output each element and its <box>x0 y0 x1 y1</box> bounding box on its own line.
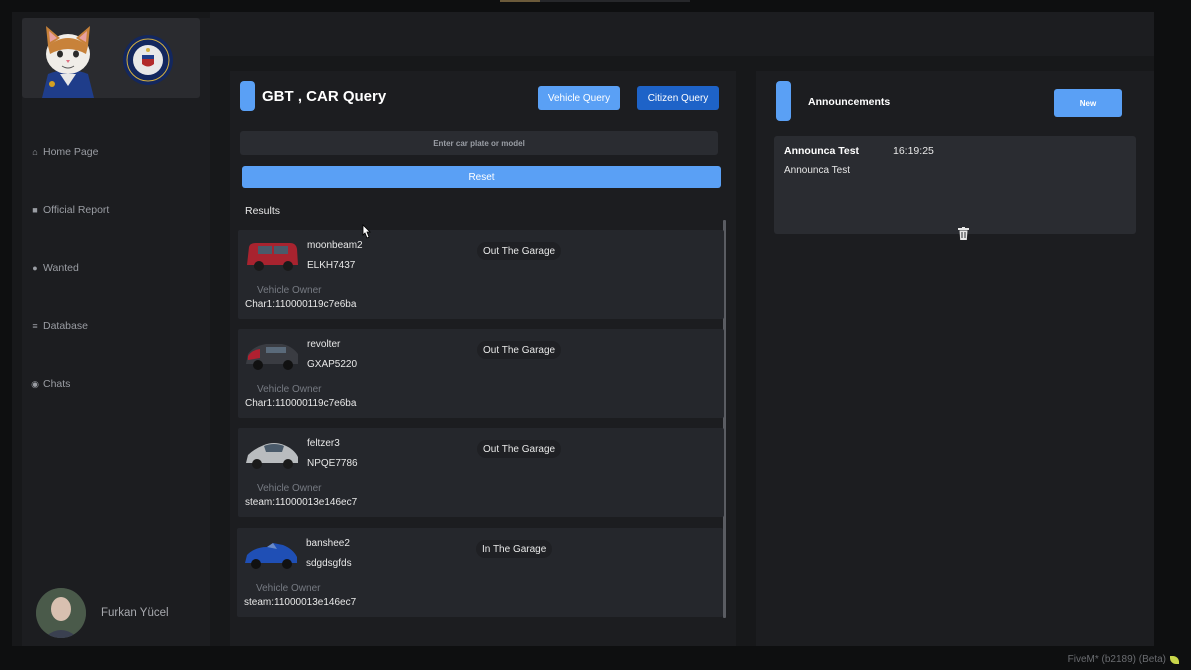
mdt-app: ⌂ Home Page ■ Official Report ● Wanted ≡… <box>12 12 1154 646</box>
logo-banner <box>22 18 200 98</box>
vehicle-owner-label: Vehicle Owner <box>257 384 322 395</box>
announcements-panel: Announcements New Announca Test 16:19:25… <box>756 71 1154 646</box>
vehicle-plate: GXAP5220 <box>307 359 358 370</box>
fivem-version-text: FiveM* (b2189) (Beta) <box>1067 654 1166 665</box>
window-top-accent <box>500 0 540 2</box>
sidebar-item-label: Home Page <box>43 146 99 158</box>
garage-status-badge: Out The Garage <box>477 341 562 359</box>
vehicle-owner-label: Vehicle Owner <box>257 285 322 296</box>
vehicle-result-card[interactable]: moonbeam2 ELKH7437 Out The Garage Vehicl… <box>238 230 724 319</box>
vehicle-owner-id: steam:11000013e146ec7 <box>245 497 358 508</box>
vehicle-model: banshee2 <box>306 538 350 549</box>
announcements-marker <box>776 81 791 121</box>
car-query-panel: GBT , CAR Query Vehicle Query Citizen Qu… <box>230 71 736 646</box>
vehicle-model: moonbeam2 <box>307 240 363 251</box>
sidebar-item-label: Wanted <box>43 262 79 274</box>
sidebar-item-database[interactable]: ≡ Database <box>30 320 88 332</box>
sidebar: ⌂ Home Page ■ Official Report ● Wanted ≡… <box>22 18 210 646</box>
citizen-query-button[interactable]: Citizen Query <box>637 86 719 110</box>
garage-status-badge: Out The Garage <box>477 242 562 260</box>
page-title: GBT , CAR Query <box>262 88 387 105</box>
vehicle-model: revolter <box>307 339 341 350</box>
home-icon: ⌂ <box>32 147 38 157</box>
profile-name: Furkan Yücel <box>101 607 169 619</box>
fivem-version-watermark: FiveM* (b2189) (Beta) <box>1068 654 1179 665</box>
vehicle-result-card[interactable]: feltzer3 NPQE7786 Out The Garage Vehicle… <box>238 428 724 517</box>
mouse-cursor-icon <box>362 224 371 239</box>
new-announcement-button[interactable]: New <box>1054 89 1122 117</box>
title-marker <box>240 81 255 111</box>
announcement-body: Announca Test <box>784 165 850 176</box>
vehicle-owner-id: steam:11000013e146ec7 <box>244 597 357 608</box>
vehicle-model: feltzer3 <box>307 438 340 449</box>
sidebar-item-label: Database <box>43 320 88 332</box>
sidebar-item-chats[interactable]: ◉ Chats <box>30 378 70 390</box>
garage-status-badge: Out The Garage <box>477 440 562 458</box>
sidebar-item-official-report[interactable]: ■ Official Report <box>30 204 109 216</box>
announcement-time: 16:19:25 <box>893 145 934 157</box>
sidebar-item-label: Official Report <box>43 204 110 216</box>
vehicle-result-card[interactable]: banshee2 sdgdsgfds In The Garage Vehicle… <box>237 528 723 617</box>
announcement-card[interactable]: Announca Test 16:19:25 Announca Test <box>774 136 1136 240</box>
vehicle-plate: NPQE7786 <box>307 458 358 469</box>
search-input[interactable] <box>240 131 718 155</box>
vehicle-owner-label: Vehicle Owner <box>257 483 322 494</box>
announcement-title: Announca Test <box>784 145 860 157</box>
sidebar-item-home[interactable]: ⌂ Home Page <box>30 146 98 158</box>
window-top-edge <box>500 0 690 2</box>
vehicle-owner-id: Char1:110000119c7e6ba <box>245 398 357 409</box>
sidebar-item-wanted[interactable]: ● Wanted <box>30 262 79 274</box>
top-bar <box>210 12 1154 56</box>
announcements-title: Announcements <box>808 96 891 108</box>
vehicle-owner-label: Vehicle Owner <box>256 583 321 594</box>
results-label: Results <box>245 205 281 217</box>
avatar <box>36 588 86 638</box>
vehicle-owner-id: Char1:110000119c7e6ba <box>245 299 357 310</box>
vehicle-image <box>247 243 298 271</box>
vehicle-image <box>246 443 298 469</box>
vehicle-image <box>246 344 298 370</box>
fbi-seal-logo <box>123 35 173 85</box>
user-icon: ● <box>32 263 38 273</box>
fivem-leaf-icon <box>1170 655 1179 664</box>
garage-status-badge: In The Garage <box>476 540 553 558</box>
vehicle-query-button[interactable]: Vehicle Query <box>538 86 620 110</box>
user-profile[interactable]: Furkan Yücel <box>36 588 169 638</box>
sidebar-item-label: Chats <box>43 378 71 390</box>
vehicle-plate: sdgdsgfds <box>306 558 352 569</box>
chat-icon: ◉ <box>31 378 39 389</box>
vehicle-image <box>245 543 297 569</box>
reset-button[interactable]: Reset <box>242 166 721 188</box>
vehicle-result-card[interactable]: revolter GXAP5220 Out The Garage Vehicle… <box>238 329 724 418</box>
database-icon: ≡ <box>32 321 38 331</box>
folder-icon: ■ <box>32 205 38 215</box>
trash-icon[interactable] <box>958 227 969 240</box>
cat-officer-logo <box>42 26 94 98</box>
vehicle-plate: ELKH7437 <box>307 260 356 271</box>
